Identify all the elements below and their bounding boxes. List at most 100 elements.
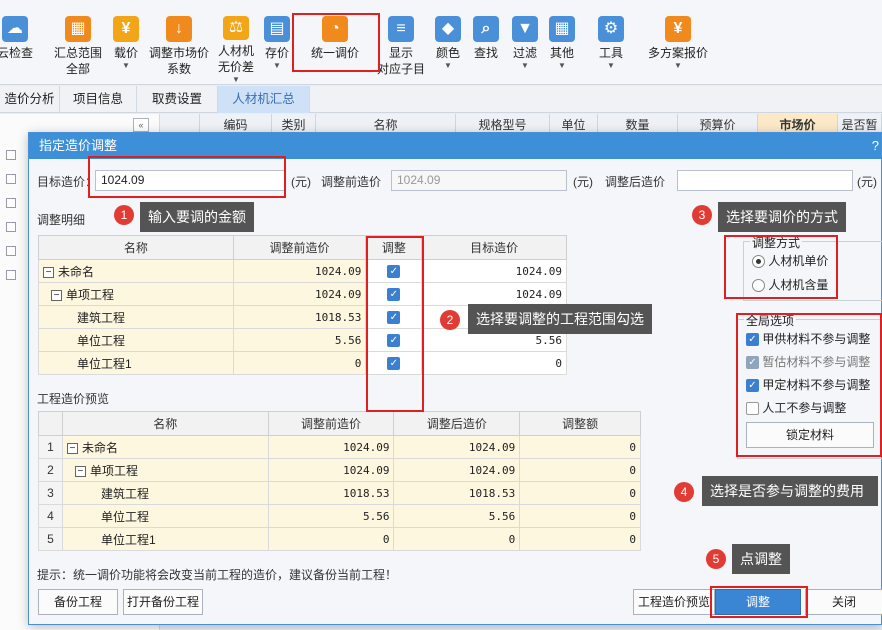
- save-price-icon: ▤: [264, 16, 290, 42]
- table-row[interactable]: 单位工程1 0 ✓ 0: [38, 351, 567, 375]
- adjust-checkbox-cell[interactable]: ✓: [365, 328, 423, 352]
- radio-selected-icon[interactable]: [752, 255, 765, 269]
- callout-step-4: 选择是否参与调整的费用: [702, 476, 878, 506]
- collapse-icon[interactable]: −: [74, 465, 86, 477]
- tree-cell: 单位工程: [38, 328, 234, 352]
- toolbar-cloud-check-button[interactable]: ☁ 云检查: [0, 0, 38, 85]
- toolbar-find-button[interactable]: ⌕ 查找: [471, 0, 501, 85]
- tree-node-icon: [6, 174, 16, 184]
- toolbar-show-sub-items-button[interactable]: ≡ 显示 对应子目: [376, 0, 426, 85]
- step-badge: 3: [692, 205, 712, 225]
- adjust-checkbox-cell[interactable]: ✓: [365, 351, 423, 375]
- collapse-icon[interactable]: −: [66, 442, 78, 454]
- checkbox-checked-icon[interactable]: ✓: [387, 357, 401, 371]
- checkbox-checked-icon[interactable]: ✓: [387, 288, 401, 302]
- detail-section-title: 调整明细: [37, 213, 86, 227]
- tree-cell: 单位工程1: [61, 527, 269, 551]
- backup-project-button[interactable]: 备份工程: [38, 589, 118, 615]
- adjust-checkbox-cell[interactable]: ✓: [365, 282, 423, 306]
- before-cell: 1024.09: [232, 282, 367, 306]
- toolbar-color-button[interactable]: ◆ 颜色 ▼: [433, 0, 463, 85]
- price-preview-table: 名称 调整前造价 调整后造价 调整额 1 − 未命名 1024.09 1024.0…: [38, 411, 641, 551]
- tab-strip: 造价分析 项目信息 取费设置 人材机汇总: [0, 86, 882, 113]
- toolbar-filter-button[interactable]: ▼ 过滤 ▼: [510, 0, 540, 85]
- toolbar-no-price-diff-button[interactable]: ⚖ 人材机 无价差 ▼: [214, 0, 258, 85]
- show-sub-items-icon: ≡: [388, 16, 414, 42]
- adjust-button[interactable]: 调整: [715, 589, 801, 615]
- tree-cell: − 单项工程: [61, 458, 269, 482]
- after-cell: 1024.09: [393, 458, 521, 482]
- option-labor[interactable]: 人工不参与调整: [746, 399, 846, 416]
- option-provisional-material[interactable]: ✓ 暂估材料不参与调整: [746, 353, 870, 370]
- before-cell: 1024.09: [232, 259, 367, 283]
- chevron-down-icon: ▼: [674, 61, 682, 70]
- tab-project-info[interactable]: 项目信息: [60, 86, 137, 113]
- collapse-icon[interactable]: −: [51, 289, 62, 301]
- target-cell[interactable]: 1024.09: [421, 259, 567, 283]
- price-preview-button[interactable]: 工程造价预览: [633, 589, 715, 615]
- chevron-down-icon: ▼: [122, 61, 130, 70]
- chevron-down-icon: ▼: [232, 75, 240, 84]
- table-row[interactable]: − 未命名 1024.09 ✓ 1024.09: [38, 259, 567, 283]
- callout-step-5: 点调整: [732, 544, 790, 574]
- paint-bucket-icon: ◆: [435, 16, 461, 42]
- open-backup-button[interactable]: 打开备份工程: [123, 589, 203, 615]
- method-option-content[interactable]: 人材机含量: [752, 276, 828, 293]
- before-cell: 5.56: [267, 504, 395, 528]
- target-price-input[interactable]: 1024.09: [95, 170, 285, 191]
- load-price-icon: ¥: [113, 16, 139, 42]
- tree-cell: − 单项工程: [38, 282, 234, 306]
- col-name: 名称: [61, 411, 269, 436]
- table-row: 3 建筑工程 1018.53 1018.53 0: [38, 481, 641, 505]
- checkbox-checked-icon[interactable]: ✓: [746, 333, 759, 347]
- toolbar-summary-range-button[interactable]: ▦ 汇总范围 全部: [50, 0, 106, 85]
- toolbar-adjust-market-price-button[interactable]: ↓ 调整市场价 系数: [146, 0, 212, 85]
- tree-cell: 建筑工程: [61, 481, 269, 505]
- close-button[interactable]: 关闭: [805, 589, 882, 615]
- after-cell: 1018.53: [393, 481, 521, 505]
- checkbox-checked-disabled-icon[interactable]: ✓: [746, 356, 759, 370]
- chevron-down-icon: ▼: [273, 61, 281, 70]
- table-row: 1 − 未命名 1024.09 1024.09 0: [38, 435, 641, 459]
- col-delta: 调整额: [519, 411, 641, 436]
- radio-unselected-icon[interactable]: [752, 279, 765, 293]
- callout-step-2: 选择要调整的工程范围勾选: [468, 304, 652, 334]
- checkbox-checked-icon[interactable]: ✓: [387, 334, 401, 348]
- before-cell: 5.56: [232, 328, 367, 352]
- adjust-checkbox-cell[interactable]: ✓: [365, 259, 423, 283]
- tab-cost-analysis[interactable]: 造价分析: [0, 86, 60, 113]
- checkbox-checked-icon[interactable]: ✓: [746, 379, 759, 393]
- checkbox-unchecked-icon[interactable]: [746, 402, 759, 416]
- toolbar-load-price-button[interactable]: ¥ 载价 ▼: [108, 0, 144, 85]
- step-badge: 2: [440, 310, 460, 330]
- lock-material-button[interactable]: 锁定材料: [746, 422, 874, 448]
- tree-node-icon: [6, 270, 16, 280]
- checkbox-checked-icon[interactable]: ✓: [387, 311, 401, 325]
- before-price-label: 调整前造价: [321, 175, 382, 189]
- table-row[interactable]: − 单项工程 1024.09 ✓ 1024.09: [38, 282, 567, 306]
- help-icon[interactable]: ?: [872, 133, 879, 159]
- delta-cell: 0: [519, 458, 641, 482]
- toolbar-save-price-button[interactable]: ▤ 存价 ▼: [262, 0, 292, 85]
- toolbar-unified-price-button[interactable]: ◔ 统一调价: [300, 0, 370, 85]
- target-cell[interactable]: 0: [421, 351, 567, 375]
- unit-label: (元): [573, 175, 593, 189]
- target-cell[interactable]: 1024.09: [421, 282, 567, 306]
- adjust-checkbox-cell[interactable]: ✓: [365, 305, 423, 329]
- tab-labor-material-summary[interactable]: 人材机汇总: [218, 86, 310, 113]
- tab-fee-settings[interactable]: 取费设置: [137, 86, 218, 113]
- toolbar-tools-button[interactable]: ⚙ 工具 ▼: [596, 0, 626, 85]
- collapse-icon[interactable]: −: [43, 266, 54, 278]
- tree-cell: 建筑工程: [38, 305, 234, 329]
- checkbox-checked-icon[interactable]: ✓: [387, 265, 401, 279]
- global-options-title: 全局选项: [744, 312, 797, 329]
- col-adjust: 调整: [365, 235, 423, 260]
- toolbar-multi-plan-button[interactable]: ¥ 多方案报价 ▼: [644, 0, 712, 85]
- after-cell: 1024.09: [393, 435, 521, 459]
- option-supplied-material[interactable]: ✓ 甲供材料不参与调整: [746, 330, 870, 347]
- toolbar-other-button[interactable]: ▦ 其他 ▼: [547, 0, 577, 85]
- option-designated-material[interactable]: ✓ 甲定材料不参与调整: [746, 376, 870, 393]
- table-row: 5 单位工程1 0 0 0: [38, 527, 641, 551]
- collapse-panel-button[interactable]: «: [133, 118, 149, 132]
- method-option-unit-price[interactable]: 人材机单价: [752, 252, 828, 269]
